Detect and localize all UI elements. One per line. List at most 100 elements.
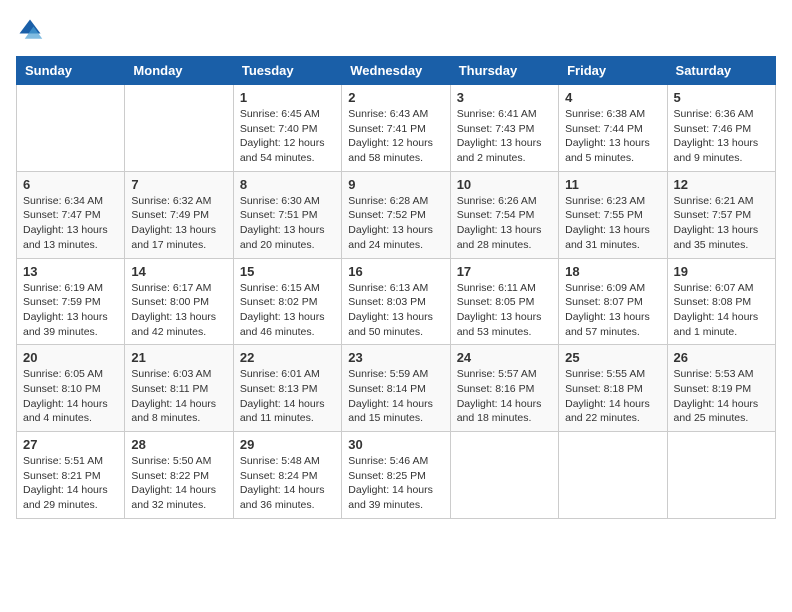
calendar-cell: 6 Sunrise: 6:34 AM Sunset: 7:47 PM Daylig… bbox=[17, 171, 125, 258]
calendar-cell: 25 Sunrise: 5:55 AM Sunset: 8:18 PM Dayli… bbox=[559, 345, 667, 432]
day-info: Sunrise: 5:48 AM Sunset: 8:24 PM Dayligh… bbox=[240, 454, 335, 513]
day-info: Sunrise: 5:46 AM Sunset: 8:25 PM Dayligh… bbox=[348, 454, 443, 513]
day-info: Sunrise: 6:11 AM Sunset: 8:05 PM Dayligh… bbox=[457, 281, 552, 340]
day-info: Sunrise: 5:53 AM Sunset: 8:19 PM Dayligh… bbox=[674, 367, 769, 426]
calendar-cell: 28 Sunrise: 5:50 AM Sunset: 8:22 PM Dayli… bbox=[125, 432, 233, 519]
calendar-cell: 15 Sunrise: 6:15 AM Sunset: 8:02 PM Dayli… bbox=[233, 258, 341, 345]
calendar: SundayMondayTuesdayWednesdayThursdayFrid… bbox=[16, 56, 776, 519]
day-number: 19 bbox=[674, 264, 769, 279]
calendar-cell: 20 Sunrise: 6:05 AM Sunset: 8:10 PM Dayli… bbox=[17, 345, 125, 432]
day-number: 13 bbox=[23, 264, 118, 279]
calendar-cell: 19 Sunrise: 6:07 AM Sunset: 8:08 PM Dayli… bbox=[667, 258, 775, 345]
day-number: 14 bbox=[131, 264, 226, 279]
day-number: 3 bbox=[457, 90, 552, 105]
day-info: Sunrise: 5:55 AM Sunset: 8:18 PM Dayligh… bbox=[565, 367, 660, 426]
calendar-cell bbox=[125, 85, 233, 172]
day-number: 16 bbox=[348, 264, 443, 279]
calendar-cell: 30 Sunrise: 5:46 AM Sunset: 8:25 PM Dayli… bbox=[342, 432, 450, 519]
day-number: 17 bbox=[457, 264, 552, 279]
calendar-cell: 22 Sunrise: 6:01 AM Sunset: 8:13 PM Dayli… bbox=[233, 345, 341, 432]
day-info: Sunrise: 6:17 AM Sunset: 8:00 PM Dayligh… bbox=[131, 281, 226, 340]
calendar-cell bbox=[667, 432, 775, 519]
day-info: Sunrise: 6:19 AM Sunset: 7:59 PM Dayligh… bbox=[23, 281, 118, 340]
weekday-header-saturday: Saturday bbox=[667, 57, 775, 85]
day-info: Sunrise: 6:34 AM Sunset: 7:47 PM Dayligh… bbox=[23, 194, 118, 253]
weekday-header-row: SundayMondayTuesdayWednesdayThursdayFrid… bbox=[17, 57, 776, 85]
calendar-cell: 8 Sunrise: 6:30 AM Sunset: 7:51 PM Daylig… bbox=[233, 171, 341, 258]
calendar-cell: 27 Sunrise: 5:51 AM Sunset: 8:21 PM Dayli… bbox=[17, 432, 125, 519]
weekday-header-wednesday: Wednesday bbox=[342, 57, 450, 85]
day-info: Sunrise: 6:15 AM Sunset: 8:02 PM Dayligh… bbox=[240, 281, 335, 340]
week-row-4: 20 Sunrise: 6:05 AM Sunset: 8:10 PM Dayli… bbox=[17, 345, 776, 432]
calendar-cell: 16Sunrise: 6:13 AM Sunset: 8:03 PM Dayli… bbox=[342, 258, 450, 345]
day-number: 29 bbox=[240, 437, 335, 452]
week-row-5: 27 Sunrise: 5:51 AM Sunset: 8:21 PM Dayli… bbox=[17, 432, 776, 519]
day-info: Sunrise: 6:05 AM Sunset: 8:10 PM Dayligh… bbox=[23, 367, 118, 426]
week-row-1: 1 Sunrise: 6:45 AM Sunset: 7:40 PM Daylig… bbox=[17, 85, 776, 172]
day-info: Sunrise: 6:07 AM Sunset: 8:08 PM Dayligh… bbox=[674, 281, 769, 340]
day-number: 15 bbox=[240, 264, 335, 279]
day-number: 28 bbox=[131, 437, 226, 452]
calendar-cell bbox=[17, 85, 125, 172]
day-number: 22 bbox=[240, 350, 335, 365]
weekday-header-sunday: Sunday bbox=[17, 57, 125, 85]
day-number: 11 bbox=[565, 177, 660, 192]
calendar-cell: 14 Sunrise: 6:17 AM Sunset: 8:00 PM Dayli… bbox=[125, 258, 233, 345]
day-info: Sunrise: 6:36 AM Sunset: 7:46 PM Dayligh… bbox=[674, 107, 769, 166]
day-info: Sunrise: 5:51 AM Sunset: 8:21 PM Dayligh… bbox=[23, 454, 118, 513]
day-info: Sunrise: 6:09 AM Sunset: 8:07 PM Dayligh… bbox=[565, 281, 660, 340]
logo bbox=[16, 16, 46, 44]
day-info: Sunrise: 6:32 AM Sunset: 7:49 PM Dayligh… bbox=[131, 194, 226, 253]
calendar-cell: 23 Sunrise: 5:59 AM Sunset: 8:14 PM Dayli… bbox=[342, 345, 450, 432]
day-info: Sunrise: 5:59 AM Sunset: 8:14 PM Dayligh… bbox=[348, 367, 443, 426]
day-info: Sunrise: 6:43 AM Sunset: 7:41 PM Dayligh… bbox=[348, 107, 443, 166]
day-info: Sunrise: 6:30 AM Sunset: 7:51 PM Dayligh… bbox=[240, 194, 335, 253]
calendar-cell bbox=[559, 432, 667, 519]
calendar-cell bbox=[450, 432, 558, 519]
weekday-header-tuesday: Tuesday bbox=[233, 57, 341, 85]
day-number: 6 bbox=[23, 177, 118, 192]
calendar-cell: 4Sunrise: 6:38 AM Sunset: 7:44 PM Daylig… bbox=[559, 85, 667, 172]
weekday-header-monday: Monday bbox=[125, 57, 233, 85]
calendar-cell: 3 Sunrise: 6:41 AM Sunset: 7:43 PM Daylig… bbox=[450, 85, 558, 172]
day-number: 18 bbox=[565, 264, 660, 279]
week-row-2: 6 Sunrise: 6:34 AM Sunset: 7:47 PM Daylig… bbox=[17, 171, 776, 258]
day-number: 27 bbox=[23, 437, 118, 452]
calendar-cell: 13 Sunrise: 6:19 AM Sunset: 7:59 PM Dayli… bbox=[17, 258, 125, 345]
day-number: 7 bbox=[131, 177, 226, 192]
calendar-cell: 21Sunrise: 6:03 AM Sunset: 8:11 PM Dayli… bbox=[125, 345, 233, 432]
weekday-header-friday: Friday bbox=[559, 57, 667, 85]
calendar-cell: 2 Sunrise: 6:43 AM Sunset: 7:41 PM Daylig… bbox=[342, 85, 450, 172]
day-number: 5 bbox=[674, 90, 769, 105]
day-info: Sunrise: 6:38 AM Sunset: 7:44 PM Dayligh… bbox=[565, 107, 660, 166]
week-row-3: 13 Sunrise: 6:19 AM Sunset: 7:59 PM Dayli… bbox=[17, 258, 776, 345]
day-info: Sunrise: 6:03 AM Sunset: 8:11 PM Dayligh… bbox=[131, 367, 226, 426]
day-number: 20 bbox=[23, 350, 118, 365]
day-info: Sunrise: 6:41 AM Sunset: 7:43 PM Dayligh… bbox=[457, 107, 552, 166]
day-number: 9 bbox=[348, 177, 443, 192]
day-number: 30 bbox=[348, 437, 443, 452]
day-number: 23 bbox=[348, 350, 443, 365]
day-number: 10 bbox=[457, 177, 552, 192]
day-number: 2 bbox=[348, 90, 443, 105]
day-number: 25 bbox=[565, 350, 660, 365]
calendar-cell: 29 Sunrise: 5:48 AM Sunset: 8:24 PM Dayli… bbox=[233, 432, 341, 519]
logo-icon bbox=[16, 16, 44, 44]
day-number: 12 bbox=[674, 177, 769, 192]
calendar-cell: 18 Sunrise: 6:09 AM Sunset: 8:07 PM Dayli… bbox=[559, 258, 667, 345]
day-info: Sunrise: 6:45 AM Sunset: 7:40 PM Dayligh… bbox=[240, 107, 335, 166]
day-info: Sunrise: 6:28 AM Sunset: 7:52 PM Dayligh… bbox=[348, 194, 443, 253]
day-info: Sunrise: 5:50 AM Sunset: 8:22 PM Dayligh… bbox=[131, 454, 226, 513]
calendar-cell: 12Sunrise: 6:21 AM Sunset: 7:57 PM Dayli… bbox=[667, 171, 775, 258]
day-info: Sunrise: 5:57 AM Sunset: 8:16 PM Dayligh… bbox=[457, 367, 552, 426]
calendar-cell: 5 Sunrise: 6:36 AM Sunset: 7:46 PM Daylig… bbox=[667, 85, 775, 172]
day-number: 1 bbox=[240, 90, 335, 105]
day-info: Sunrise: 6:01 AM Sunset: 8:13 PM Dayligh… bbox=[240, 367, 335, 426]
header bbox=[16, 16, 776, 44]
day-number: 8 bbox=[240, 177, 335, 192]
calendar-cell: 1 Sunrise: 6:45 AM Sunset: 7:40 PM Daylig… bbox=[233, 85, 341, 172]
calendar-cell: 11 Sunrise: 6:23 AM Sunset: 7:55 PM Dayli… bbox=[559, 171, 667, 258]
calendar-cell: 7 Sunrise: 6:32 AM Sunset: 7:49 PM Daylig… bbox=[125, 171, 233, 258]
calendar-cell: 9 Sunrise: 6:28 AM Sunset: 7:52 PM Daylig… bbox=[342, 171, 450, 258]
day-info: Sunrise: 6:23 AM Sunset: 7:55 PM Dayligh… bbox=[565, 194, 660, 253]
